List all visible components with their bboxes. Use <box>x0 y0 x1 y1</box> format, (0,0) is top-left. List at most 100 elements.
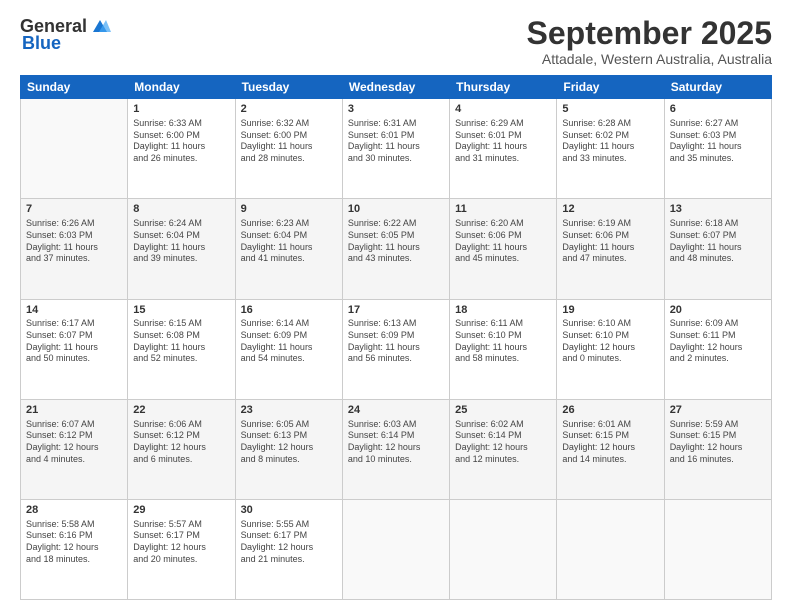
day-number: 26 <box>562 403 658 418</box>
calendar-cell: 23Sunrise: 6:05 AM Sunset: 6:13 PM Dayli… <box>235 399 342 499</box>
day-number: 18 <box>455 303 551 318</box>
calendar-cell: 16Sunrise: 6:14 AM Sunset: 6:09 PM Dayli… <box>235 299 342 399</box>
calendar-cell: 15Sunrise: 6:15 AM Sunset: 6:08 PM Dayli… <box>128 299 235 399</box>
day-info: Sunrise: 5:57 AM Sunset: 6:17 PM Dayligh… <box>133 519 229 566</box>
day-info: Sunrise: 6:22 AM Sunset: 6:05 PM Dayligh… <box>348 218 444 265</box>
calendar-cell: 5Sunrise: 6:28 AM Sunset: 6:02 PM Daylig… <box>557 99 664 199</box>
day-number: 2 <box>241 102 337 117</box>
day-number: 8 <box>133 202 229 217</box>
day-info: Sunrise: 6:06 AM Sunset: 6:12 PM Dayligh… <box>133 419 229 466</box>
logo: General Blue <box>20 16 111 54</box>
day-info: Sunrise: 6:33 AM Sunset: 6:00 PM Dayligh… <box>133 118 229 165</box>
day-info: Sunrise: 5:55 AM Sunset: 6:17 PM Dayligh… <box>241 519 337 566</box>
calendar-cell: 26Sunrise: 6:01 AM Sunset: 6:15 PM Dayli… <box>557 399 664 499</box>
day-info: Sunrise: 6:29 AM Sunset: 6:01 PM Dayligh… <box>455 118 551 165</box>
calendar-cell <box>342 499 449 599</box>
calendar-table: SundayMondayTuesdayWednesdayThursdayFrid… <box>20 75 772 600</box>
day-number: 28 <box>26 503 122 518</box>
weekday-header-wednesday: Wednesday <box>342 76 449 99</box>
day-info: Sunrise: 6:31 AM Sunset: 6:01 PM Dayligh… <box>348 118 444 165</box>
calendar-cell: 30Sunrise: 5:55 AM Sunset: 6:17 PM Dayli… <box>235 499 342 599</box>
day-number: 21 <box>26 403 122 418</box>
day-number: 30 <box>241 503 337 518</box>
day-info: Sunrise: 6:07 AM Sunset: 6:12 PM Dayligh… <box>26 419 122 466</box>
weekday-header-saturday: Saturday <box>664 76 771 99</box>
calendar-week-row: 14Sunrise: 6:17 AM Sunset: 6:07 PM Dayli… <box>21 299 772 399</box>
day-info: Sunrise: 6:01 AM Sunset: 6:15 PM Dayligh… <box>562 419 658 466</box>
day-number: 5 <box>562 102 658 117</box>
calendar-cell: 2Sunrise: 6:32 AM Sunset: 6:00 PM Daylig… <box>235 99 342 199</box>
day-number: 11 <box>455 202 551 217</box>
day-number: 7 <box>26 202 122 217</box>
calendar-cell: 19Sunrise: 6:10 AM Sunset: 6:10 PM Dayli… <box>557 299 664 399</box>
day-number: 9 <box>241 202 337 217</box>
calendar-cell: 8Sunrise: 6:24 AM Sunset: 6:04 PM Daylig… <box>128 199 235 299</box>
day-info: Sunrise: 6:14 AM Sunset: 6:09 PM Dayligh… <box>241 318 337 365</box>
day-info: Sunrise: 6:18 AM Sunset: 6:07 PM Dayligh… <box>670 218 766 265</box>
day-number: 4 <box>455 102 551 117</box>
subtitle: Attadale, Western Australia, Australia <box>527 51 772 67</box>
calendar-cell: 21Sunrise: 6:07 AM Sunset: 6:12 PM Dayli… <box>21 399 128 499</box>
weekday-header-monday: Monday <box>128 76 235 99</box>
day-info: Sunrise: 6:10 AM Sunset: 6:10 PM Dayligh… <box>562 318 658 365</box>
calendar-cell: 20Sunrise: 6:09 AM Sunset: 6:11 PM Dayli… <box>664 299 771 399</box>
calendar-cell: 14Sunrise: 6:17 AM Sunset: 6:07 PM Dayli… <box>21 299 128 399</box>
day-info: Sunrise: 6:17 AM Sunset: 6:07 PM Dayligh… <box>26 318 122 365</box>
calendar-cell: 18Sunrise: 6:11 AM Sunset: 6:10 PM Dayli… <box>450 299 557 399</box>
day-number: 25 <box>455 403 551 418</box>
day-number: 12 <box>562 202 658 217</box>
day-info: Sunrise: 6:28 AM Sunset: 6:02 PM Dayligh… <box>562 118 658 165</box>
day-info: Sunrise: 6:19 AM Sunset: 6:06 PM Dayligh… <box>562 218 658 265</box>
header: General Blue September 2025 Attadale, We… <box>20 16 772 67</box>
day-info: Sunrise: 6:27 AM Sunset: 6:03 PM Dayligh… <box>670 118 766 165</box>
day-info: Sunrise: 6:24 AM Sunset: 6:04 PM Dayligh… <box>133 218 229 265</box>
day-number: 10 <box>348 202 444 217</box>
day-number: 19 <box>562 303 658 318</box>
day-info: Sunrise: 6:09 AM Sunset: 6:11 PM Dayligh… <box>670 318 766 365</box>
calendar-week-row: 7Sunrise: 6:26 AM Sunset: 6:03 PM Daylig… <box>21 199 772 299</box>
day-number: 24 <box>348 403 444 418</box>
day-number: 22 <box>133 403 229 418</box>
calendar-cell: 17Sunrise: 6:13 AM Sunset: 6:09 PM Dayli… <box>342 299 449 399</box>
calendar-cell <box>450 499 557 599</box>
day-info: Sunrise: 6:26 AM Sunset: 6:03 PM Dayligh… <box>26 218 122 265</box>
calendar-cell: 29Sunrise: 5:57 AM Sunset: 6:17 PM Dayli… <box>128 499 235 599</box>
day-info: Sunrise: 5:58 AM Sunset: 6:16 PM Dayligh… <box>26 519 122 566</box>
calendar-cell: 7Sunrise: 6:26 AM Sunset: 6:03 PM Daylig… <box>21 199 128 299</box>
weekday-header-friday: Friday <box>557 76 664 99</box>
day-info: Sunrise: 6:32 AM Sunset: 6:00 PM Dayligh… <box>241 118 337 165</box>
day-number: 13 <box>670 202 766 217</box>
weekday-header-tuesday: Tuesday <box>235 76 342 99</box>
calendar-cell: 13Sunrise: 6:18 AM Sunset: 6:07 PM Dayli… <box>664 199 771 299</box>
day-number: 14 <box>26 303 122 318</box>
calendar-cell: 24Sunrise: 6:03 AM Sunset: 6:14 PM Dayli… <box>342 399 449 499</box>
calendar-cell <box>557 499 664 599</box>
month-title: September 2025 <box>527 16 772 51</box>
calendar-cell: 25Sunrise: 6:02 AM Sunset: 6:14 PM Dayli… <box>450 399 557 499</box>
calendar-cell: 12Sunrise: 6:19 AM Sunset: 6:06 PM Dayli… <box>557 199 664 299</box>
day-info: Sunrise: 6:15 AM Sunset: 6:08 PM Dayligh… <box>133 318 229 365</box>
calendar-cell: 28Sunrise: 5:58 AM Sunset: 6:16 PM Dayli… <box>21 499 128 599</box>
day-info: Sunrise: 6:11 AM Sunset: 6:10 PM Dayligh… <box>455 318 551 365</box>
day-number: 6 <box>670 102 766 117</box>
day-number: 17 <box>348 303 444 318</box>
calendar-cell: 1Sunrise: 6:33 AM Sunset: 6:00 PM Daylig… <box>128 99 235 199</box>
day-number: 15 <box>133 303 229 318</box>
day-info: Sunrise: 6:02 AM Sunset: 6:14 PM Dayligh… <box>455 419 551 466</box>
title-block: September 2025 Attadale, Western Austral… <box>527 16 772 67</box>
weekday-header-row: SundayMondayTuesdayWednesdayThursdayFrid… <box>21 76 772 99</box>
logo-icon <box>89 18 111 36</box>
calendar-cell: 27Sunrise: 5:59 AM Sunset: 6:15 PM Dayli… <box>664 399 771 499</box>
day-info: Sunrise: 6:05 AM Sunset: 6:13 PM Dayligh… <box>241 419 337 466</box>
calendar-cell <box>664 499 771 599</box>
day-info: Sunrise: 6:03 AM Sunset: 6:14 PM Dayligh… <box>348 419 444 466</box>
day-info: Sunrise: 5:59 AM Sunset: 6:15 PM Dayligh… <box>670 419 766 466</box>
day-number: 23 <box>241 403 337 418</box>
calendar-cell: 9Sunrise: 6:23 AM Sunset: 6:04 PM Daylig… <box>235 199 342 299</box>
calendar-week-row: 21Sunrise: 6:07 AM Sunset: 6:12 PM Dayli… <box>21 399 772 499</box>
calendar-cell <box>21 99 128 199</box>
calendar-week-row: 1Sunrise: 6:33 AM Sunset: 6:00 PM Daylig… <box>21 99 772 199</box>
day-number: 3 <box>348 102 444 117</box>
day-number: 1 <box>133 102 229 117</box>
day-number: 16 <box>241 303 337 318</box>
